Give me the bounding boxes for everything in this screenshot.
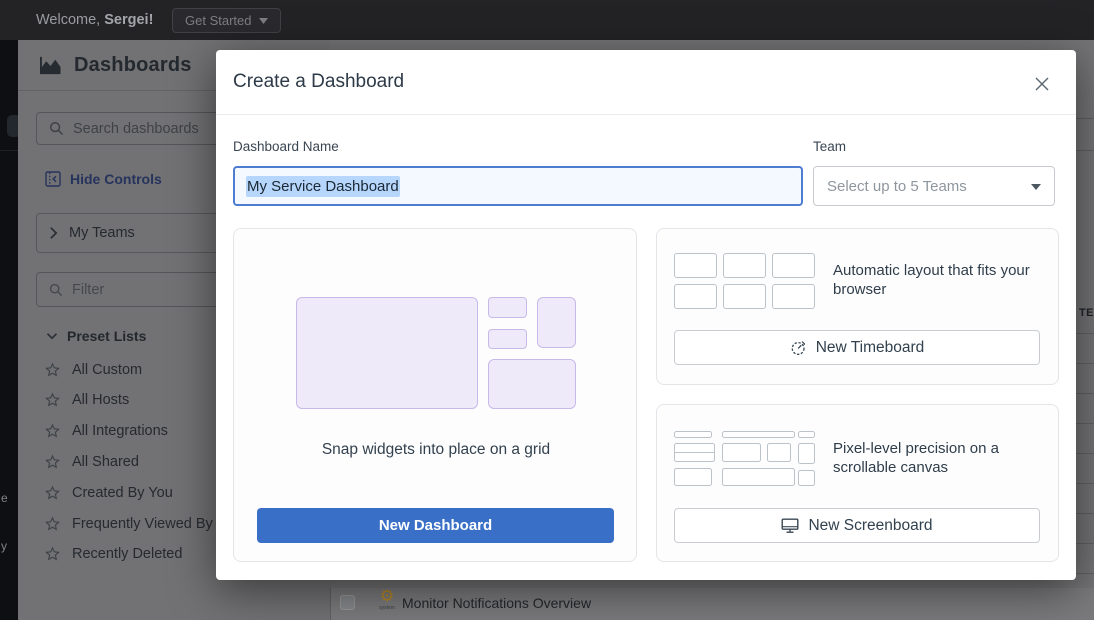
- table-row-divider: [1076, 573, 1094, 574]
- nav-label-fragment: e: [1, 491, 8, 505]
- preset-item-label: Created By You: [72, 485, 173, 501]
- widget-illustration-small: [488, 297, 527, 318]
- star-icon: [44, 485, 61, 501]
- chevron-down-icon: [1031, 184, 1041, 190]
- table-row-divider: [1076, 543, 1094, 544]
- close-icon[interactable]: [1034, 76, 1050, 92]
- table-row-divider: [1076, 118, 1094, 119]
- star-icon: [44, 392, 61, 408]
- modal-title: Create a Dashboard: [233, 71, 404, 93]
- dashboard-name-input[interactable]: My Service Dashboard: [233, 166, 803, 206]
- preset-item-label: All Hosts: [72, 392, 129, 408]
- timeboard-card-caption: Automatic layout that fits your browser: [833, 261, 1045, 299]
- preset-item-label: Recently Deleted: [72, 546, 182, 562]
- new-timeboard-label: New Timeboard: [816, 339, 925, 357]
- hide-controls-label: Hide Controls: [70, 171, 162, 187]
- preset-item-label: Frequently Viewed By: [72, 516, 213, 532]
- table-row-divider: [1076, 483, 1094, 484]
- new-screenboard-button[interactable]: New Screenboard: [674, 508, 1040, 543]
- widget-illustration-large: [296, 297, 478, 409]
- selected-input-text: My Service Dashboard: [246, 176, 400, 197]
- dashboard-name-label: Dashboard Name: [233, 139, 339, 154]
- stopwatch-icon: [790, 339, 807, 356]
- preset-item-label: All Shared: [72, 454, 139, 470]
- timeboard-card: Automatic layout that fits your browser …: [656, 228, 1059, 385]
- new-dashboard-button[interactable]: New Dashboard: [257, 508, 614, 543]
- chevron-down-icon: [259, 18, 268, 24]
- top-bar: Welcome, Sergei! Get Started: [0, 0, 1094, 40]
- dashboard-row-title[interactable]: Monitor Notifications Overview: [402, 588, 591, 620]
- modal-header: Create a Dashboard: [216, 50, 1076, 115]
- sidebar-title: Dashboards: [38, 54, 192, 77]
- chevron-down-icon: [46, 332, 58, 340]
- search-placeholder: Search dashboards: [73, 121, 199, 137]
- welcome-prefix: Welcome,: [36, 12, 104, 28]
- star-icon: [44, 362, 61, 378]
- monitor-icon: [781, 518, 799, 534]
- grid-card-caption: Snap widgets into place on a grid: [234, 441, 638, 459]
- table-row-divider: [1076, 513, 1094, 514]
- timeboard-illustration: [674, 253, 815, 309]
- row-checkbox[interactable]: [340, 595, 355, 610]
- screen: Welcome, Sergei! Get Started e y Dashboa…: [0, 0, 1094, 620]
- preset-item-label: All Integrations: [72, 423, 168, 439]
- screenboard-card-caption: Pixel-level precision on a scrollable ca…: [833, 439, 1045, 477]
- table-row-divider: [1076, 453, 1094, 454]
- welcome-user-name: Sergei!: [104, 12, 153, 28]
- new-screenboard-label: New Screenboard: [808, 517, 932, 535]
- table-row-divider: [1076, 423, 1094, 424]
- table-row-divider: [1076, 333, 1094, 334]
- preset-item-label: All Custom: [72, 362, 142, 378]
- widget-illustration-tall: [537, 297, 576, 348]
- get-started-label: Get Started: [185, 9, 251, 32]
- collapsed-left-nav[interactable]: e y: [0, 40, 18, 620]
- system-icon-wrap: ⚙ system: [373, 587, 401, 611]
- hide-controls-icon: [45, 171, 61, 187]
- get-started-button[interactable]: Get Started: [172, 8, 281, 33]
- chevron-right-icon: [49, 226, 58, 240]
- table-row-divider: [1076, 150, 1094, 151]
- nav-label-fragment: y: [1, 539, 7, 553]
- welcome-message: Welcome, Sergei!: [36, 0, 153, 40]
- star-icon: [44, 454, 61, 470]
- hide-controls-link[interactable]: Hide Controls: [45, 171, 162, 187]
- gear-icon: ⚙: [373, 587, 401, 607]
- team-column-header: TE: [1079, 307, 1094, 319]
- widget-illustration-wide: [488, 359, 576, 409]
- create-dashboard-modal: Create a Dashboard Dashboard Name Team M…: [216, 50, 1076, 580]
- filter-placeholder: Filter: [72, 282, 104, 298]
- search-icon: [49, 121, 64, 136]
- team-label: Team: [813, 139, 846, 154]
- screenboard-illustration: [674, 431, 815, 488]
- system-icon-caption: system: [373, 605, 401, 611]
- my-teams-label: My Teams: [69, 225, 135, 241]
- widget-illustration-small: [488, 329, 527, 349]
- star-icon: [44, 423, 61, 439]
- nav-divider: [0, 150, 18, 151]
- search-icon: [49, 283, 63, 297]
- preset-lists-header[interactable]: Preset Lists: [46, 328, 146, 344]
- team-select-placeholder: Select up to 5 Teams: [827, 178, 967, 195]
- screenboard-card: Pixel-level precision on a scrollable ca…: [656, 404, 1059, 562]
- dashboards-icon: [38, 55, 63, 76]
- team-select[interactable]: Select up to 5 Teams: [813, 166, 1055, 206]
- sidebar-title-text: Dashboards: [74, 54, 192, 77]
- preset-lists-label: Preset Lists: [67, 328, 146, 344]
- table-row-divider: [1076, 393, 1094, 394]
- star-icon: [44, 546, 61, 562]
- new-timeboard-button[interactable]: New Timeboard: [674, 330, 1040, 365]
- star-icon: [44, 516, 61, 532]
- table-row-divider: [1076, 363, 1094, 364]
- grid-dashboard-card: Snap widgets into place on a grid New Da…: [233, 228, 637, 562]
- dashboard-table-row[interactable]: ⚙ system Monitor Notifications Overview: [330, 588, 1094, 620]
